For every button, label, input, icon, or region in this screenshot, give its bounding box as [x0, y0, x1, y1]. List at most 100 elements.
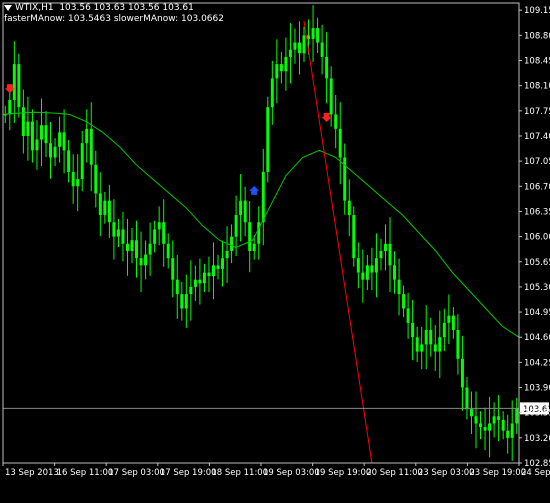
- y-tick-label: 108.80: [524, 31, 550, 41]
- candle-body: [211, 265, 215, 277]
- price-chart[interactable]: 103.61 109.15108.80108.45108.10107.75107…: [0, 0, 550, 503]
- ohlc-values: 103.56 103.63 103.56 103.61: [59, 3, 194, 13]
- x-tick-label: 18 Sep 11:00: [211, 468, 268, 478]
- candle-body: [248, 222, 252, 251]
- candle-body: [397, 279, 401, 295]
- candle-body: [316, 28, 320, 43]
- x-tick-label: 23 Sep 19:00: [469, 468, 526, 478]
- candle-body: [261, 171, 265, 223]
- candle-body: [49, 143, 53, 158]
- candle-body: [497, 416, 501, 420]
- y-tick-label: 109.15: [524, 6, 550, 16]
- y-tick-label: 103.55: [524, 409, 550, 419]
- x-tick-label: 19 Sep 03:00: [263, 468, 320, 478]
- candle-body: [162, 222, 166, 244]
- y-tick-label: 107.75: [524, 107, 550, 117]
- y-tick-label: 108.45: [524, 57, 550, 67]
- dropdown-triangle-icon[interactable]: [4, 4, 12, 11]
- candle-body: [510, 423, 514, 438]
- candle-body: [216, 265, 220, 269]
- candle-body: [98, 193, 102, 216]
- candle-body: [180, 294, 184, 309]
- candle-body: [501, 419, 505, 431]
- candle-body: [361, 272, 365, 280]
- candle-body: [447, 315, 451, 323]
- x-tick-label: 16 Sep 11:00: [57, 468, 114, 478]
- candle-body: [302, 35, 306, 54]
- candle-body: [411, 322, 415, 338]
- candle-body: [85, 128, 89, 144]
- candle-body: [479, 423, 483, 428]
- candle-body: [284, 56, 288, 72]
- candle-body: [112, 222, 116, 237]
- candle-body: [420, 344, 424, 352]
- candle-body: [76, 179, 80, 187]
- candle-body: [307, 35, 311, 39]
- y-tick-label: 106.70: [524, 182, 550, 192]
- candle-body: [17, 64, 21, 108]
- candle-body: [456, 330, 460, 359]
- candle-body: [334, 114, 338, 129]
- candle-body: [198, 279, 202, 284]
- candle-body: [325, 56, 329, 79]
- candle-body: [270, 78, 274, 108]
- candle-body: [221, 258, 225, 269]
- indicator-values-line: fasterMAnow: 103.5463 slowerMAnow: 103.0…: [4, 14, 224, 24]
- x-tick-label: 23 Sep 03:00: [418, 468, 475, 478]
- candle-body: [71, 171, 75, 187]
- candle-body: [243, 200, 247, 223]
- y-tick-label: 103.90: [524, 384, 550, 394]
- y-tick-label: 106.35: [524, 207, 550, 217]
- candle-body: [266, 107, 270, 172]
- candle-body: [39, 125, 43, 140]
- candle-body: [175, 279, 179, 295]
- candle-body: [234, 215, 238, 237]
- candle-body: [153, 229, 157, 244]
- candle-body: [166, 243, 170, 259]
- y-tick-label: 105.30: [524, 283, 550, 293]
- candle-body: [293, 42, 297, 50]
- candle-body: [424, 330, 428, 345]
- candle-body: [21, 107, 25, 136]
- candle-body: [506, 430, 510, 438]
- candle-body: [402, 294, 406, 309]
- candle-body: [352, 215, 356, 259]
- candle-body: [383, 243, 387, 251]
- candle-body: [89, 128, 93, 165]
- candle-body: [429, 330, 433, 345]
- y-tick-label: 104.95: [524, 308, 550, 318]
- candle-body: [438, 337, 442, 352]
- x-tick-label: 19 Sep 19:00: [315, 468, 372, 478]
- candle-body: [121, 229, 125, 244]
- candle-body: [347, 200, 351, 216]
- candle-body: [125, 243, 129, 251]
- candle-body: [379, 250, 383, 259]
- candle-body: [148, 243, 152, 255]
- chart-background: [0, 0, 550, 503]
- candle-body: [406, 308, 410, 323]
- candle-body: [488, 423, 492, 431]
- y-tick-label: 103.20: [524, 434, 550, 444]
- x-tick-label: 17 Sep 03:00: [108, 468, 165, 478]
- x-tick-label: 20 Sep 11:00: [366, 468, 423, 478]
- candle-body: [275, 64, 279, 79]
- candle-body: [135, 240, 139, 259]
- candle-body: [107, 200, 111, 223]
- candle-body: [184, 294, 188, 309]
- y-tick-label: 104.60: [524, 333, 550, 343]
- candle-body: [30, 121, 34, 151]
- candle-body: [62, 132, 66, 151]
- candle-body: [157, 222, 161, 230]
- candle-body: [80, 143, 84, 180]
- candle-body: [35, 139, 39, 151]
- candle-body: [393, 265, 397, 280]
- y-tick-label: 105.65: [524, 258, 550, 268]
- candle-body: [202, 272, 206, 284]
- candle-body: [469, 409, 473, 417]
- candle-body: [130, 240, 134, 251]
- y-tick-label: 107.05: [524, 157, 550, 167]
- candle-body: [279, 64, 283, 72]
- candle-body: [189, 286, 193, 295]
- candle-body: [515, 408, 519, 424]
- candle-body: [483, 427, 487, 431]
